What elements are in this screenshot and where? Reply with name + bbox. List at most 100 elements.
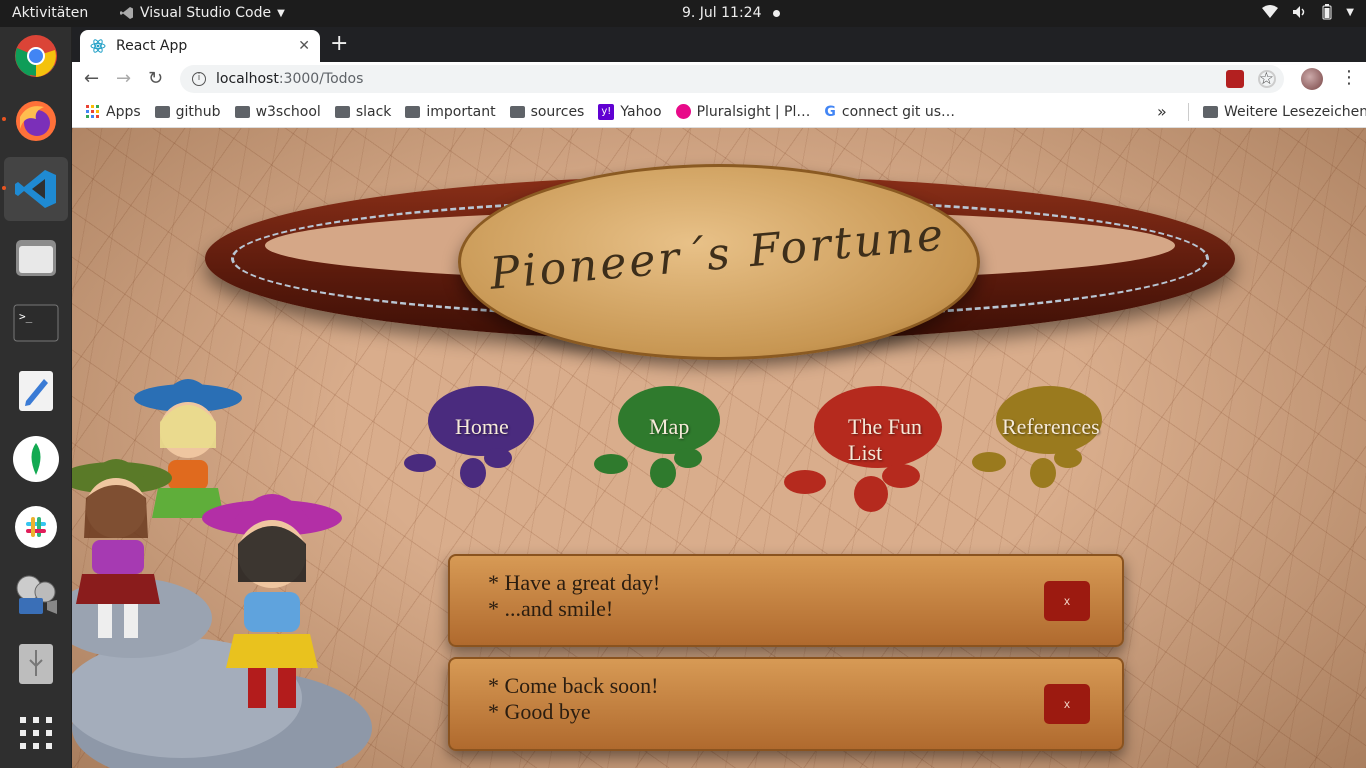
chrome-icon[interactable]: [12, 32, 60, 80]
pluralsight-icon: [675, 104, 691, 119]
folder-icon: [154, 105, 170, 118]
bookmark-label: Weitere Lesezeichen: [1224, 103, 1366, 120]
todo-line: * Have a great day!: [488, 570, 661, 595]
divider: [1188, 102, 1189, 121]
terminal-icon[interactable]: >_: [12, 299, 60, 347]
folder-icon: [405, 105, 421, 118]
title-plaque: Pioneer´s Fortune: [458, 164, 980, 360]
folder-icon: [234, 105, 250, 118]
bookmark-label: connect git us…: [841, 103, 956, 120]
bookmark-label: Yahoo: [620, 103, 662, 120]
avatar[interactable]: [1301, 68, 1323, 90]
running-indicator-icon: [2, 117, 6, 121]
todo-card: * Come back soon! * Good bye x: [448, 657, 1124, 751]
tab-react-app[interactable]: React App ✕: [80, 30, 320, 62]
delete-button[interactable]: x: [1044, 684, 1090, 724]
browser-tab-bar: React App ✕ +: [72, 27, 1366, 62]
paint-splat: [854, 476, 888, 512]
paint-splat: [1054, 448, 1082, 468]
clock[interactable]: 9. Jul 11:24: [682, 5, 762, 21]
bookmarks-overflow-button[interactable]: »: [1157, 102, 1167, 121]
app-menu[interactable]: Visual Studio Code ▼: [120, 5, 285, 21]
back-arrow-icon[interactable]: ←: [84, 68, 99, 89]
todo-line: * ...and smile!: [488, 596, 614, 621]
info-icon[interactable]: i: [192, 72, 206, 86]
bookmark-more-folder[interactable]: Weitere Lesezeichen: [1188, 102, 1366, 121]
text-editor-icon[interactable]: [12, 367, 60, 415]
paint-splat: [594, 454, 628, 474]
folder-icon: [509, 105, 525, 118]
todo-line: * Good bye: [488, 699, 591, 724]
dock: >_: [0, 27, 72, 768]
page-viewport: Pioneer´s Fortune Home Map The Fun List …: [72, 128, 1366, 768]
slack-icon[interactable]: [12, 503, 60, 551]
battery-icon: [1322, 4, 1332, 20]
app-menu-label: Visual Studio Code: [140, 5, 272, 21]
pioneer-characters-illustration: [72, 379, 372, 768]
paint-splat: [484, 448, 512, 468]
todo-line: * Come back soon!: [488, 673, 659, 698]
svg-text:>_: >_: [19, 310, 33, 323]
nav-label: Home: [455, 414, 509, 439]
paint-splat: [882, 464, 920, 488]
bookmark-sources[interactable]: sources: [509, 103, 585, 120]
extension-icon[interactable]: [1226, 70, 1244, 88]
bookmark-yahoo[interactable]: y! Yahoo: [598, 103, 662, 120]
chevron-down-icon: ▼: [277, 7, 285, 19]
bookmark-label: sources: [530, 103, 585, 120]
nav-label: Map: [649, 414, 690, 439]
close-icon[interactable]: ✕: [298, 38, 310, 54]
extension-icon[interactable]: [1258, 70, 1276, 88]
forward-arrow-icon[interactable]: →: [116, 68, 131, 89]
folder-icon: [1203, 105, 1218, 118]
system-top-bar: Aktivitäten Visual Studio Code ▼ 9. Jul …: [0, 0, 1366, 27]
bookmark-important[interactable]: important: [405, 103, 496, 120]
google-icon: G: [824, 103, 836, 120]
bookmarks-bar: Apps github w3school slack important sou…: [72, 96, 1366, 128]
reload-icon[interactable]: ↻: [148, 68, 163, 89]
usb-icon[interactable]: [12, 640, 60, 688]
wifi-icon: [1262, 5, 1279, 18]
bookmark-github[interactable]: github: [154, 103, 221, 120]
mongodb-icon[interactable]: [12, 435, 60, 483]
react-icon: [90, 39, 106, 53]
bookmark-label: important: [426, 103, 496, 120]
paint-splat: [1030, 458, 1056, 488]
chevron-down-icon: ▼: [1346, 6, 1354, 18]
paint-splat: [460, 458, 486, 488]
system-tray[interactable]: ▼: [1262, 4, 1354, 20]
bookmark-apps[interactable]: Apps: [86, 104, 141, 120]
url-path: :3000/Todos: [278, 71, 364, 87]
paint-splat: [784, 470, 826, 494]
bookmark-pluralsight[interactable]: Pluralsight | Pl…: [675, 103, 811, 120]
url-host: localhost: [216, 71, 279, 87]
bookmark-label: slack: [355, 103, 392, 120]
yahoo-icon: y!: [598, 103, 615, 120]
bookmark-google[interactable]: Gconnect git us…: [824, 104, 955, 120]
app-grid-icon[interactable]: [12, 709, 60, 757]
nav-label: The Fun List: [848, 414, 922, 465]
running-indicator-icon: [2, 186, 6, 190]
paint-splat: [650, 458, 676, 488]
kebab-menu-icon[interactable]: ⋮: [1340, 67, 1358, 88]
files-icon[interactable]: [12, 233, 60, 281]
bookmark-label: github: [175, 103, 221, 120]
todo-card: * Have a great day! * ...and smile! x: [448, 554, 1124, 647]
bookmark-label: w3school: [255, 103, 321, 120]
activities-button[interactable]: Aktivitäten: [12, 5, 88, 21]
tab-title: React App: [116, 38, 188, 54]
bookmark-label: Apps: [106, 103, 141, 120]
folder-icon: [334, 105, 350, 118]
notification-dot-icon: [773, 10, 780, 17]
bookmark-label: Pluralsight | Pl…: [696, 103, 811, 120]
video-icon[interactable]: [12, 572, 60, 620]
delete-button[interactable]: x: [1044, 581, 1090, 621]
address-bar[interactable]: i localhost:3000/Todos ☆: [180, 65, 1284, 93]
new-tab-button[interactable]: +: [330, 31, 348, 56]
vscode-icon[interactable]: [4, 157, 68, 221]
nav-label: References: [1002, 414, 1100, 439]
bookmark-w3school[interactable]: w3school: [234, 103, 321, 120]
paint-splat: [972, 452, 1006, 472]
firefox-icon[interactable]: [12, 97, 60, 145]
bookmark-slack[interactable]: slack: [334, 103, 392, 120]
